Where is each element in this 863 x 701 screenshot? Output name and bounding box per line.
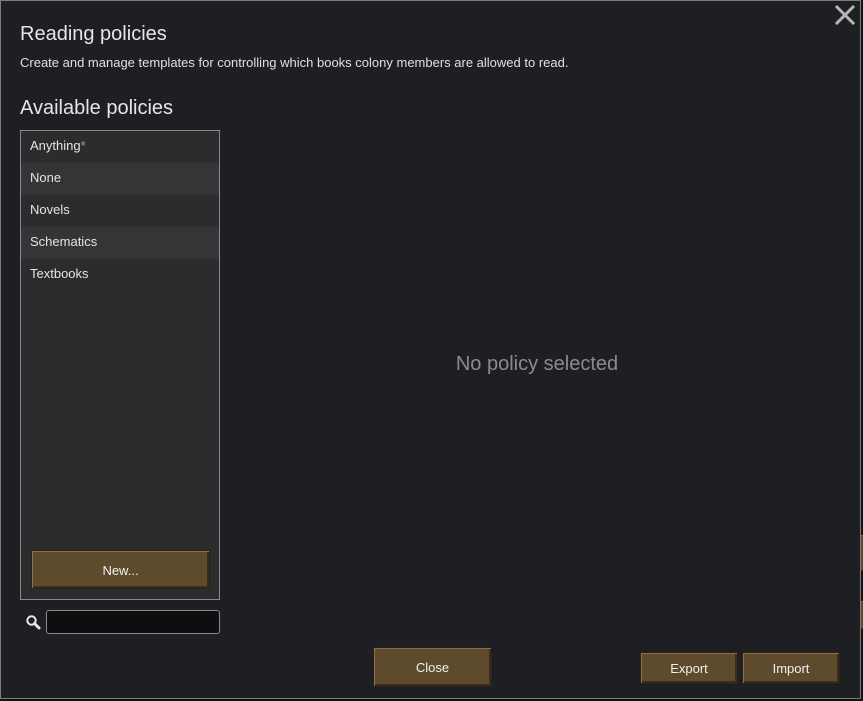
reading-policies-dialog: Reading policies Create and manage templ… [0, 0, 861, 699]
policy-list: Anything* None Novels Schematics Textboo… [20, 130, 220, 600]
default-marker: * [80, 138, 86, 153]
search-input[interactable] [46, 610, 220, 634]
policy-item-label: Schematics [30, 234, 98, 249]
policy-item-label: Textbooks [30, 266, 89, 281]
policy-item-none[interactable]: None [21, 163, 219, 195]
close-button[interactable]: Close [373, 647, 492, 687]
import-button[interactable]: Import [742, 652, 840, 684]
export-button[interactable]: Export [640, 652, 738, 684]
policy-item-anything[interactable]: Anything* [21, 131, 219, 163]
policy-item-novels[interactable]: Novels [21, 195, 219, 227]
dialog-title: Reading policies [20, 23, 167, 45]
policy-item-label: Anything [30, 138, 81, 153]
policy-item-label: Novels [30, 202, 70, 217]
policy-item-label: None [30, 170, 62, 185]
close-icon[interactable] [834, 4, 856, 26]
new-policy-button[interactable]: New... [31, 550, 210, 589]
no-selection-message: No policy selected [455, 353, 619, 375]
available-policies-heading: Available policies [20, 97, 174, 119]
search-icon [25, 614, 41, 630]
dialog-subtitle: Create and manage templates for controll… [20, 55, 569, 70]
policy-item-schematics[interactable]: Schematics [21, 227, 219, 259]
policy-item-textbooks[interactable]: Textbooks [21, 259, 219, 291]
